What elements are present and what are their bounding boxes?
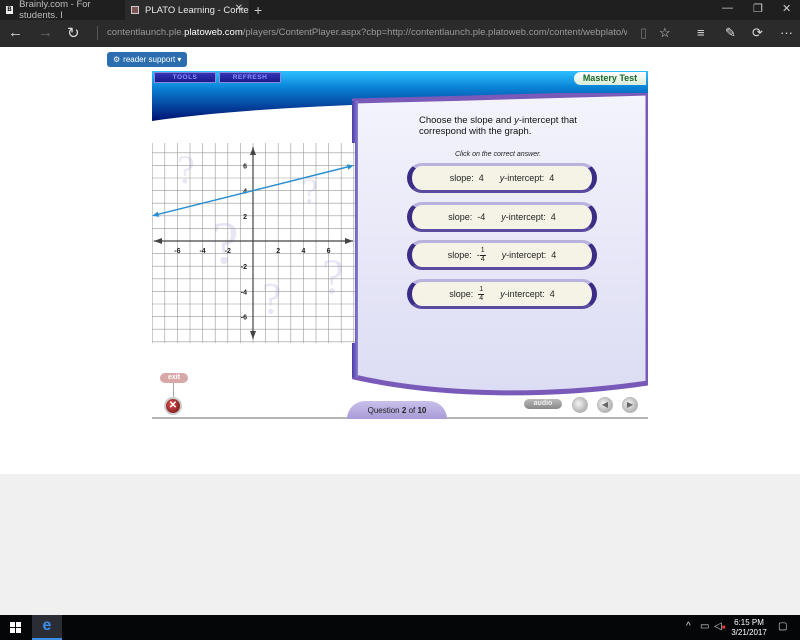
slope-value: -4 [477, 212, 486, 222]
refresh-content-button[interactable]: REFRESH [219, 72, 281, 83]
x-tick-label: -4 [199, 248, 205, 255]
yint-label: -intercept: [506, 250, 547, 260]
background-question-mark: ? [322, 248, 344, 304]
x-tick-label: 6 [327, 248, 331, 255]
plato-player: TOOLS REFRESH Mastery Test ????? -6 -4 -… [152, 71, 648, 419]
divider [97, 26, 98, 40]
yint-label: -intercept: [505, 212, 546, 222]
mastery-test-badge: Mastery Test [574, 72, 646, 85]
url-path: /players/ContentPlayer.aspx?cbp=http://c… [242, 27, 627, 38]
share-icon[interactable]: ⟳ [752, 25, 763, 41]
background-question-mark: ? [177, 147, 195, 192]
tab-title: PLATO Learning - Conte [145, 4, 249, 16]
clock-date: 3/21/2017 [731, 628, 767, 637]
url-domain: platoweb.com [184, 27, 243, 38]
system-clock[interactable]: 6:15 PM 3/21/2017 [729, 618, 769, 638]
player-top-bar: TOOLS REFRESH Mastery Test [152, 71, 648, 87]
answer-option-4[interactable]: slope: 14 y -intercept: 4 [407, 279, 597, 309]
coordinate-graph: ?????-6-4-2246642-2-4-6 [152, 143, 355, 343]
answer-option-2[interactable]: slope: -4 y -intercept: 4 [407, 202, 597, 232]
web-note-icon[interactable]: ✎ [725, 25, 736, 41]
x-tick-label: 2 [276, 248, 280, 255]
yint-value: 4 [550, 212, 556, 222]
new-tab-button[interactable]: + [254, 2, 262, 18]
slope-label: slope: [449, 173, 474, 183]
slope-label: slope: [447, 250, 472, 260]
clock-time: 6:15 PM [734, 618, 764, 627]
close-tab-icon[interactable]: ✕ [235, 3, 243, 14]
action-center-icon[interactable]: ▢ [778, 621, 787, 632]
tab-title: Brainly.com - For students. I [19, 0, 91, 21]
url-prefix: contentlaunch.ple. [107, 27, 185, 38]
slope-label: slope: [448, 212, 473, 222]
y-tick-label: -2 [241, 264, 247, 271]
tab-plato[interactable]: PLATO Learning - Conte ✕ [125, 0, 249, 20]
tray-chevron-icon[interactable]: ^ [686, 621, 691, 632]
slope-label: slope: [449, 289, 474, 299]
refresh-button[interactable]: ↻ [67, 24, 80, 42]
answer-option-1[interactable]: slope: 4 y -intercept: 4 [407, 163, 597, 193]
windows-taskbar: e ^ ▭ ◁■ 6:15 PM 3/21/2017 ▢ [0, 615, 800, 640]
url-input[interactable]: contentlaunch.ple.platoweb.com/players/C… [107, 27, 627, 41]
question-area: Choose the slope and y-intercept that co… [355, 99, 648, 395]
reading-view-icon[interactable]: ▯ [640, 25, 647, 41]
brainly-favicon-icon: B [6, 6, 14, 14]
next-question-button[interactable]: ▶ [622, 397, 638, 413]
yint-label: -intercept: [504, 289, 545, 299]
yint-value: 4 [549, 289, 555, 299]
browser-tab-bar: B Brainly.com - For students. I PLATO Le… [0, 0, 800, 21]
maximize-button[interactable]: ❐ [753, 2, 763, 15]
question-counter: Question 2 of 10 [347, 401, 447, 419]
slope-value: 4 [478, 173, 484, 183]
forward-button[interactable]: → [38, 24, 53, 41]
page-empty-area [0, 474, 800, 615]
x-tick-label: 4 [301, 248, 305, 255]
exit-label[interactable]: exit [160, 373, 188, 383]
slope-fraction: 14 [478, 285, 485, 302]
instruction-text: Click on the correct answer. [455, 151, 542, 158]
reader-support-label: reader support ▾ [123, 55, 182, 64]
address-bar-row: ← → ↻ contentlaunch.ple.platoweb.com/pla… [0, 20, 800, 47]
yint-value: 4 [551, 250, 557, 260]
audio-label[interactable]: audio [524, 399, 562, 409]
edge-browser-icon[interactable]: e [32, 615, 62, 640]
x-tick-label: -2 [225, 248, 231, 255]
y-tick-label: 6 [243, 163, 247, 170]
previous-question-button[interactable]: ◀ [597, 397, 613, 413]
gear-icon: ⚙ [113, 55, 121, 64]
background-question-mark: ? [262, 274, 282, 323]
network-icon[interactable]: ▭ [700, 621, 709, 632]
windows-start-icon[interactable] [10, 622, 21, 633]
y-tick-label: -6 [241, 315, 247, 322]
exit-button[interactable]: ✕ [164, 397, 182, 415]
answer-option-3[interactable]: slope: - 14 y -intercept: 4 [407, 240, 597, 270]
slope-value: - 14 [476, 246, 486, 263]
tab-brainly[interactable]: B Brainly.com - For students. I [0, 0, 124, 21]
tools-button[interactable]: TOOLS [154, 72, 216, 83]
y-tick-label: -4 [241, 289, 247, 296]
yint-label: -intercept: [504, 173, 545, 183]
audio-button[interactable] [572, 397, 588, 413]
x-tick-label: -6 [174, 248, 180, 255]
minimize-button[interactable]: — [722, 2, 733, 14]
y-tick-label: 2 [243, 214, 247, 221]
plato-favicon-icon [131, 6, 139, 14]
yint-value: 4 [549, 173, 555, 183]
exit-connector [173, 383, 174, 397]
reader-support-button[interactable]: ⚙ reader support ▾ [107, 52, 187, 67]
close-window-button[interactable]: ✕ [782, 2, 791, 15]
slope-value: 14 [478, 285, 485, 303]
back-button[interactable]: ← [8, 24, 23, 41]
more-icon[interactable]: ··· [780, 25, 793, 40]
slope-fraction: 14 [479, 246, 486, 263]
favorite-star-icon[interactable]: ☆ [659, 25, 671, 41]
volume-icon[interactable]: ◁■ [714, 621, 725, 632]
question-text: Choose the slope and y-intercept that co… [419, 115, 577, 137]
hub-icon[interactable]: ≡ [697, 25, 705, 40]
